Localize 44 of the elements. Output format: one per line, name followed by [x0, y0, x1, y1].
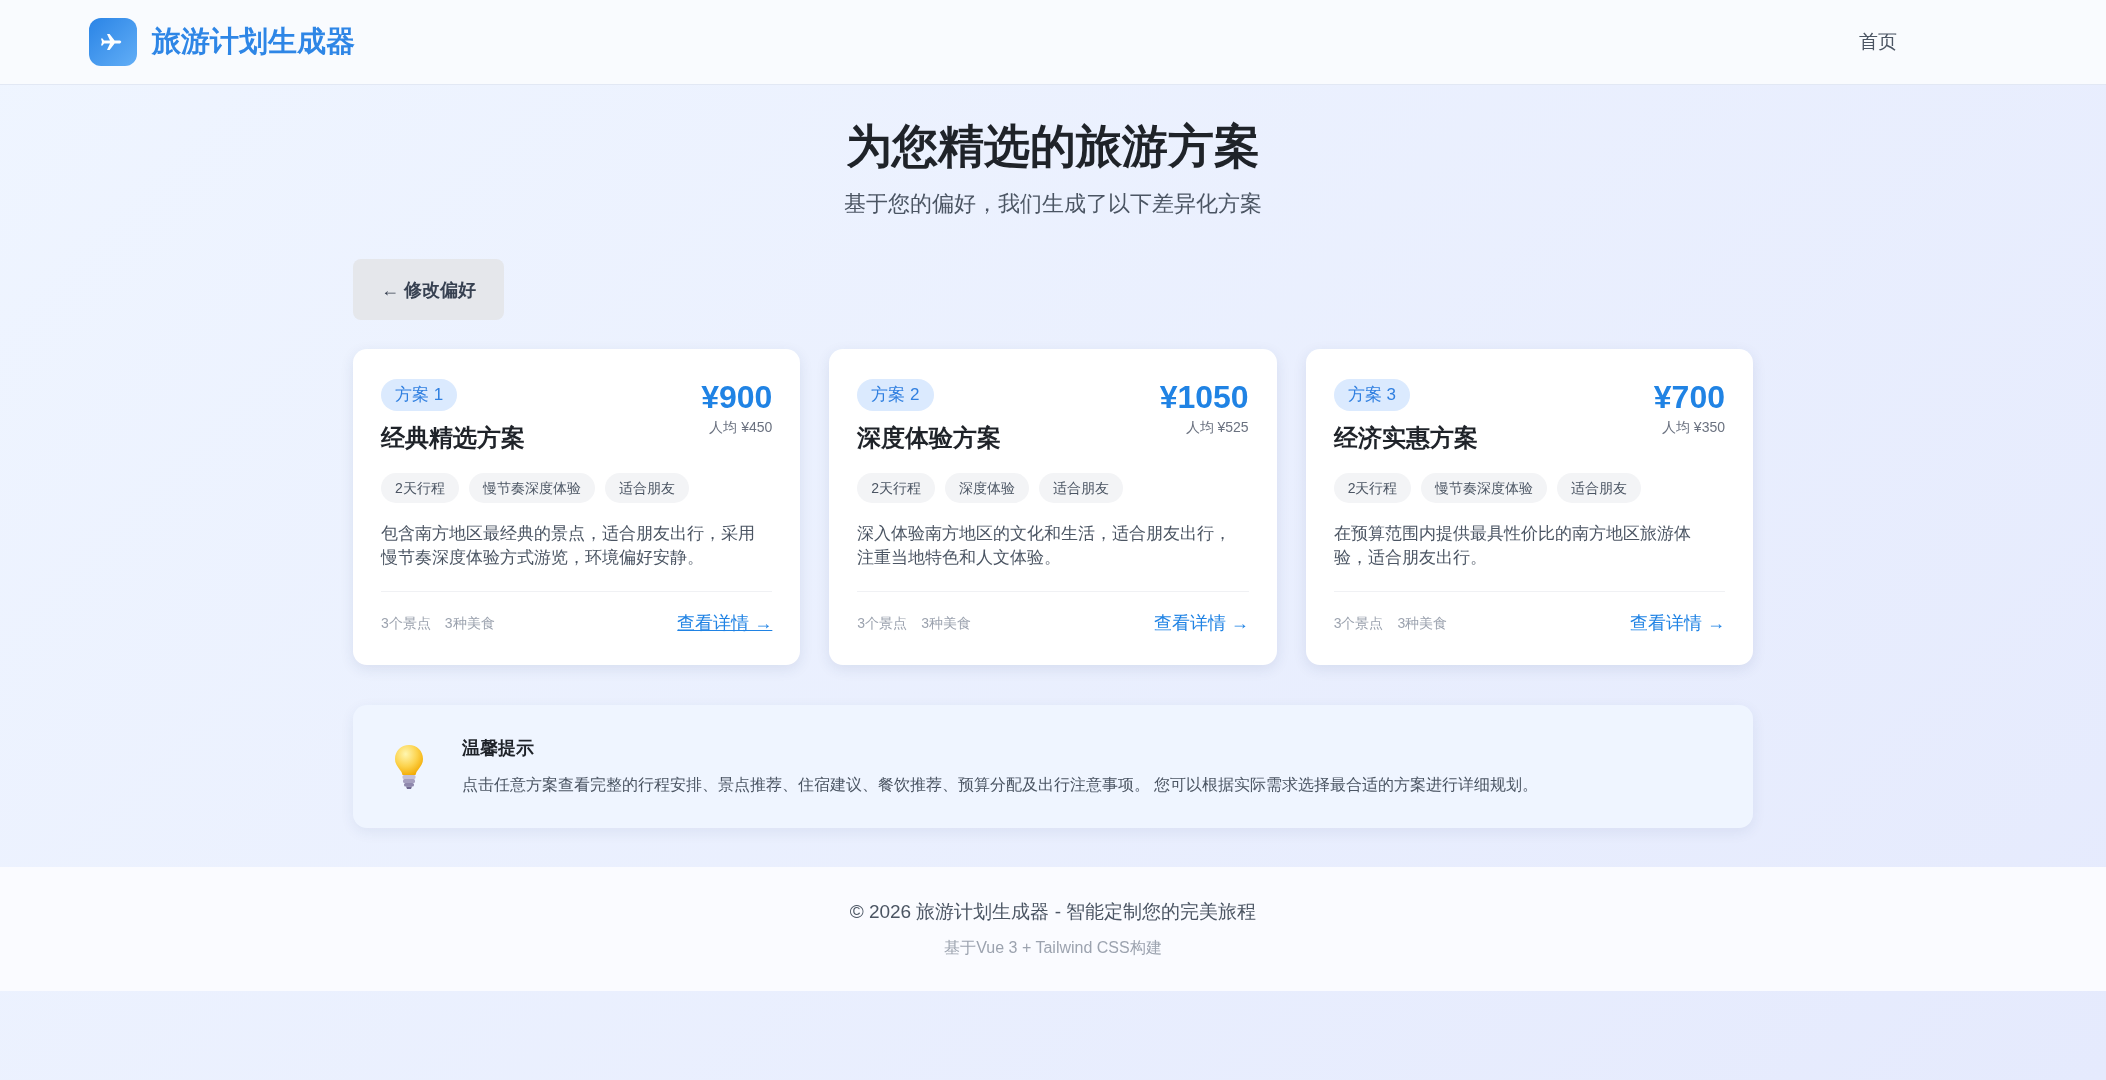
- lightbulb-icon: [393, 743, 425, 790]
- plan-stat: 3个景点: [1333, 614, 1384, 633]
- plan-title: 经典精选方案: [381, 423, 525, 453]
- plan-tag: 2天行程: [381, 473, 459, 503]
- plan-description: 在预算范围内提供最具性价比的南方地区旅游体验，适合朋友出行。: [1333, 523, 1692, 569]
- plan-badge: 方案 1: [381, 379, 458, 411]
- per-person-price: 人均 ¥450: [708, 418, 773, 436]
- plan-tag: 适合朋友: [1557, 473, 1642, 503]
- plan-title: 经济实惠方案: [1333, 423, 1478, 453]
- credit-text: 基于Vue 3 + Tailwind CSS构建: [944, 938, 1162, 958]
- plan-description: 深入体验南方地区的文化和生活，适合朋友出行，注重当地特色和人文体验。: [857, 523, 1233, 569]
- airplane-icon: [89, 18, 137, 66]
- plan-badge: 方案 3: [1333, 379, 1410, 411]
- details-link[interactable]: 查看详情 →: [677, 611, 773, 635]
- plan-tag: 慢节奏深度体验: [468, 473, 595, 503]
- app-title: 旅游计划生成器: [152, 24, 355, 59]
- page-subtitle: 基于您的偏好，我们生成了以下差异化方案: [844, 190, 1262, 218]
- plan-price: ¥900: [701, 379, 773, 415]
- page-title: 为您精选的旅游方案: [846, 119, 1260, 174]
- per-person-price: 人均 ¥525: [1184, 418, 1249, 436]
- plan-title: 深度体验方案: [857, 423, 1002, 453]
- per-person-price: 人均 ¥350: [1660, 418, 1725, 436]
- plan-price: ¥700: [1653, 379, 1725, 415]
- nav-link[interactable]: 首页: [1859, 31, 1897, 52]
- plan-stat: 3种美食: [1397, 614, 1448, 633]
- details-link[interactable]: 查看详情 →: [1630, 611, 1725, 635]
- plan-description: 包含南方地区最经典的景点，适合朋友出行，采用慢节奏深度体验方式游览，环境偏好安静。: [381, 523, 756, 569]
- plan-stat: 3个景点: [381, 614, 431, 633]
- plan-stat: 3种美食: [444, 614, 495, 633]
- tip-text: 点击任意方案查看完整的行程安排、景点推荐、住宿建议、餐饮推荐、预算分配及出行注意事项。 您可以根据实际需求选择最合适的方案进行详细规划。: [462, 775, 1539, 795]
- plan-tag: 2天行程: [1333, 473, 1412, 503]
- plan-tag: 适合朋友: [604, 473, 689, 503]
- plan-price: ¥1050: [1159, 379, 1249, 415]
- details-link[interactable]: 查看详情 →: [1153, 611, 1249, 635]
- plan-badge: 方案 2: [857, 379, 934, 411]
- plan-stat: 3种美食: [921, 614, 971, 633]
- plan-tag: 慢节奏深度体验: [1421, 473, 1548, 503]
- plan-tag: 深度体验: [945, 473, 1030, 503]
- plan-tag: 2天行程: [857, 473, 936, 503]
- copyright-text: © 2026 旅游计划生成器 - 智能定制您的完美旅程: [849, 900, 1257, 924]
- plan-stat: 3个景点: [857, 614, 908, 633]
- plan-tag: 适合朋友: [1039, 473, 1124, 503]
- back-button[interactable]: ← 修改偏好: [353, 259, 504, 320]
- tip-title: 温馨提示: [462, 737, 534, 760]
